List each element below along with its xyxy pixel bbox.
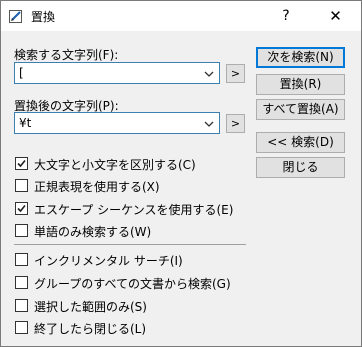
checkbox-box[interactable] <box>15 299 28 312</box>
replace-combobox[interactable]: ¥t <box>14 112 220 134</box>
checkbox-box[interactable] <box>15 179 28 192</box>
close-window-button[interactable]: ✕ <box>310 1 361 31</box>
find-previous-button[interactable]: << 検索(D) <box>256 132 345 153</box>
chevron-down-icon[interactable] <box>203 118 215 128</box>
checkbox-box[interactable] <box>15 253 28 266</box>
search-regex-menu-button[interactable]: > <box>226 64 245 83</box>
replace-button[interactable]: 置換(R) <box>256 74 345 95</box>
find-next-button[interactable]: 次を検索(N) <box>256 47 345 68</box>
window-title: 置換 <box>31 10 56 24</box>
checkbox-box[interactable] <box>15 321 28 334</box>
title-bar[interactable]: 置換 ? ✕ <box>1 1 361 31</box>
checkbox-box[interactable] <box>15 276 28 289</box>
help-button[interactable]: ? <box>263 1 309 31</box>
chevron-down-icon[interactable] <box>203 68 215 78</box>
search-label: 検索する文字列(F): <box>14 48 119 62</box>
checkbox-box[interactable] <box>15 157 28 170</box>
search-input[interactable]: [ <box>19 66 24 80</box>
edit-pencil-icon <box>9 9 23 23</box>
replace-regex-menu-button[interactable]: > <box>226 114 245 133</box>
checkbox-box[interactable] <box>15 224 28 237</box>
replace-all-button[interactable]: すべて置換(A) <box>256 99 345 120</box>
close-button[interactable]: 閉じる <box>256 157 345 178</box>
search-combobox[interactable]: [ <box>14 62 220 84</box>
separator <box>14 244 246 245</box>
checkbox-box[interactable] <box>15 202 28 215</box>
replace-dialog: 置換 ? ✕ 検索する文字列(F): [ > 置換後の文字列(P): ¥t > … <box>0 0 362 347</box>
replace-input[interactable]: ¥t <box>19 116 31 130</box>
